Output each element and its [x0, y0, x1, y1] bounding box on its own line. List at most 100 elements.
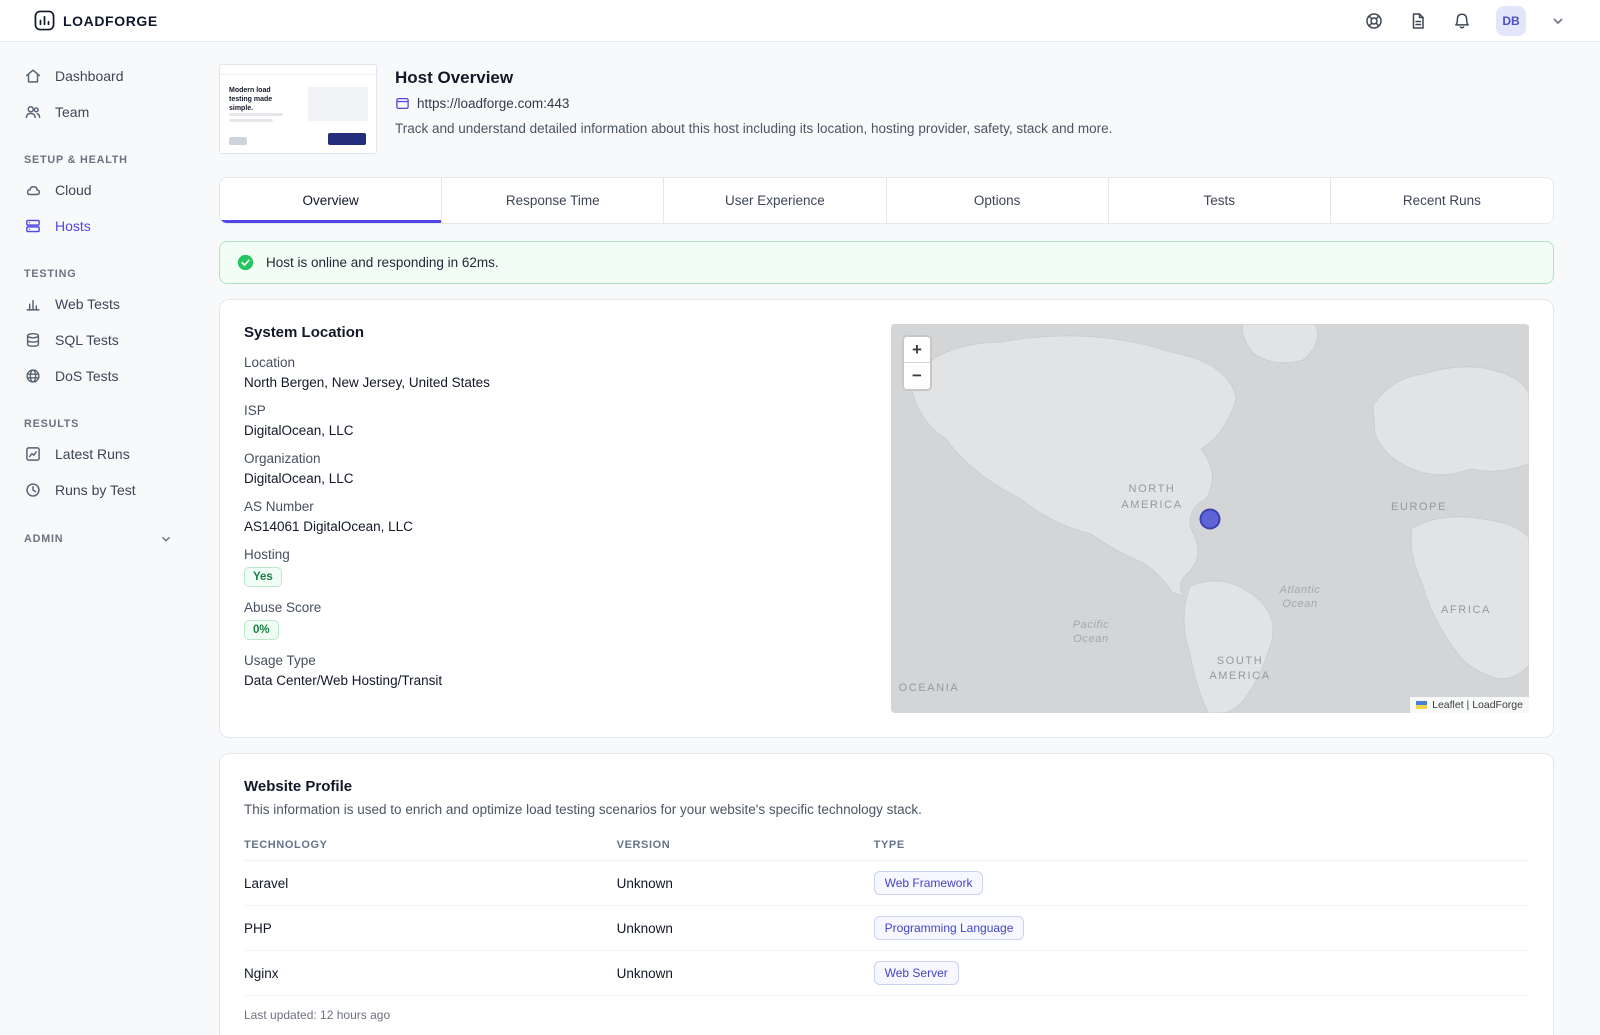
sidebar-item-label: Dashboard [55, 68, 124, 84]
check-circle-icon [237, 254, 254, 271]
server-icon [24, 217, 42, 235]
map-zoom-out-button[interactable]: − [904, 363, 930, 389]
tab-response-time[interactable]: Response Time [442, 178, 664, 223]
technology-table: TECHNOLOGY VERSION TYPE Laravel Unknown … [244, 831, 1529, 996]
main-content: Modern load testing made simple. Host Ov… [195, 42, 1600, 1035]
technology-name: Laravel [244, 861, 617, 906]
last-updated-text: Last updated: 12 hours ago [244, 1008, 1529, 1022]
field-isp: ISP DigitalOcean, LLC [244, 403, 875, 438]
page-description: Track and understand detailed informatio… [395, 121, 1112, 136]
sidebar-item-hosts[interactable]: Hosts [12, 208, 185, 244]
account-chevron-down-icon[interactable] [1550, 13, 1566, 29]
technology-name: Nginx [244, 951, 617, 996]
bar-chart-icon [24, 295, 42, 313]
table-row: Nginx Unknown Web Server [244, 951, 1529, 996]
notifications-bell-icon[interactable] [1452, 11, 1472, 31]
svg-text:AMERICA: AMERICA [1121, 499, 1182, 511]
sidebar-item-label: Team [55, 104, 89, 120]
thumbnail-caption: Modern load testing made simple. [229, 87, 291, 113]
table-row: PHP Unknown Programming Language [244, 906, 1529, 951]
topbar: LOADFORGE DB [0, 0, 1600, 42]
svg-text:Ocean: Ocean [1073, 633, 1108, 645]
sidebar-item-label: Cloud [55, 182, 92, 198]
field-as-number: AS Number AS14061 DigitalOcean, LLC [244, 499, 875, 534]
leaflet-flag-icon [1416, 701, 1427, 709]
field-organization: Organization DigitalOcean, LLC [244, 451, 875, 486]
sidebar-item-sql-tests[interactable]: SQL Tests [12, 322, 185, 358]
help-icon[interactable] [1364, 11, 1384, 31]
technology-type-badge: Web Server [874, 961, 959, 985]
host-status-banner: Host is online and responding in 62ms. [219, 241, 1554, 284]
map-label-africa: AFRICA [1441, 604, 1491, 616]
cloud-icon [24, 181, 42, 199]
home-icon [24, 67, 42, 85]
column-header-type: TYPE [874, 831, 1529, 861]
map-label-pacific-ocean: Pacific [1073, 619, 1110, 631]
technology-version: Unknown [617, 861, 874, 906]
sidebar-item-dos-tests[interactable]: DoS Tests [12, 358, 185, 394]
website-profile-title: Website Profile [244, 778, 1529, 795]
table-row: Laravel Unknown Web Framework [244, 861, 1529, 906]
sidebar-section-results: RESULTS [12, 418, 185, 430]
chart-box-icon [24, 445, 42, 463]
map-zoom-control: + − [902, 335, 932, 391]
field-usage-type: Usage Type Data Center/Web Hosting/Trans… [244, 653, 875, 688]
technology-type-badge: Web Framework [874, 871, 984, 895]
sidebar-section-setup-health: SETUP & HEALTH [12, 154, 185, 166]
sidebar-item-latest-runs[interactable]: Latest Runs [12, 436, 185, 472]
sidebar-item-label: SQL Tests [55, 332, 119, 348]
website-profile-description: This information is used to enrich and o… [244, 802, 1529, 817]
field-hosting: Hosting Yes [244, 547, 875, 587]
svg-text:Ocean: Ocean [1282, 598, 1317, 610]
sidebar-item-label: DoS Tests [55, 368, 119, 384]
map-label-oceania: OCEANIA [899, 682, 960, 694]
sidebar-item-runs-by-test[interactable]: Runs by Test [12, 472, 185, 508]
website-profile-card: Website Profile This information is used… [219, 753, 1554, 1035]
host-tabs: Overview Response Time User Experience O… [219, 177, 1554, 224]
browser-window-icon [395, 96, 410, 111]
map-label-south-america: SOUTH [1217, 655, 1264, 667]
sidebar-item-label: Web Tests [55, 296, 120, 312]
map-attribution[interactable]: Leaflet | LoadForge [1410, 697, 1529, 713]
sidebar-item-label: Runs by Test [55, 482, 136, 498]
sidebar-item-web-tests[interactable]: Web Tests [12, 286, 185, 322]
status-message: Host is online and responding in 62ms. [266, 255, 499, 270]
tab-overview[interactable]: Overview [220, 178, 442, 223]
host-location-marker[interactable] [1201, 510, 1220, 529]
sidebar-item-dashboard[interactable]: Dashboard [12, 58, 185, 94]
map-label-atlantic-ocean: Atlantic [1279, 584, 1321, 596]
map-zoom-in-button[interactable]: + [904, 337, 930, 363]
sidebar-section-admin[interactable]: ADMIN [12, 532, 185, 546]
sidebar-item-cloud[interactable]: Cloud [12, 172, 185, 208]
map-label-north-america: NORTH [1129, 483, 1176, 495]
clock-icon [24, 481, 42, 499]
location-map[interactable]: NORTH AMERICA EUROPE AFRICA SOUTH AMERIC… [891, 324, 1529, 713]
system-location-card: System Location Location North Bergen, N… [219, 299, 1554, 738]
tab-recent-runs[interactable]: Recent Runs [1331, 178, 1553, 223]
database-icon [24, 331, 42, 349]
technology-type-badge: Programming Language [874, 916, 1025, 940]
user-avatar[interactable]: DB [1496, 6, 1526, 36]
hosting-badge: Yes [244, 567, 282, 587]
technology-name: PHP [244, 906, 617, 951]
admin-chevron-down-icon[interactable] [159, 532, 173, 546]
world-map-tiles[interactable]: NORTH AMERICA EUROPE AFRICA SOUTH AMERIC… [891, 324, 1529, 713]
sidebar-item-team[interactable]: Team [12, 94, 185, 130]
globe-icon [24, 367, 42, 385]
host-url-link[interactable]: https://loadforge.com:443 [417, 96, 569, 111]
sidebar-section-testing: TESTING [12, 268, 185, 280]
sidebar: Dashboard Team SETUP & HEALTH Cloud [0, 42, 195, 1035]
host-screenshot-thumbnail: Modern load testing made simple. [219, 64, 377, 154]
users-icon [24, 103, 42, 121]
sidebar-item-label: Latest Runs [55, 446, 130, 462]
field-location: Location North Bergen, New Jersey, Unite… [244, 355, 875, 390]
abuse-score-badge: 0% [244, 620, 279, 640]
brand-logo[interactable]: LOADFORGE [34, 10, 158, 31]
tab-tests[interactable]: Tests [1109, 178, 1331, 223]
map-label-europe: EUROPE [1391, 501, 1447, 513]
system-location-title: System Location [244, 324, 875, 341]
sidebar-item-label: Hosts [55, 218, 91, 234]
document-icon[interactable] [1408, 11, 1428, 31]
tab-user-experience[interactable]: User Experience [664, 178, 886, 223]
tab-options[interactable]: Options [887, 178, 1109, 223]
